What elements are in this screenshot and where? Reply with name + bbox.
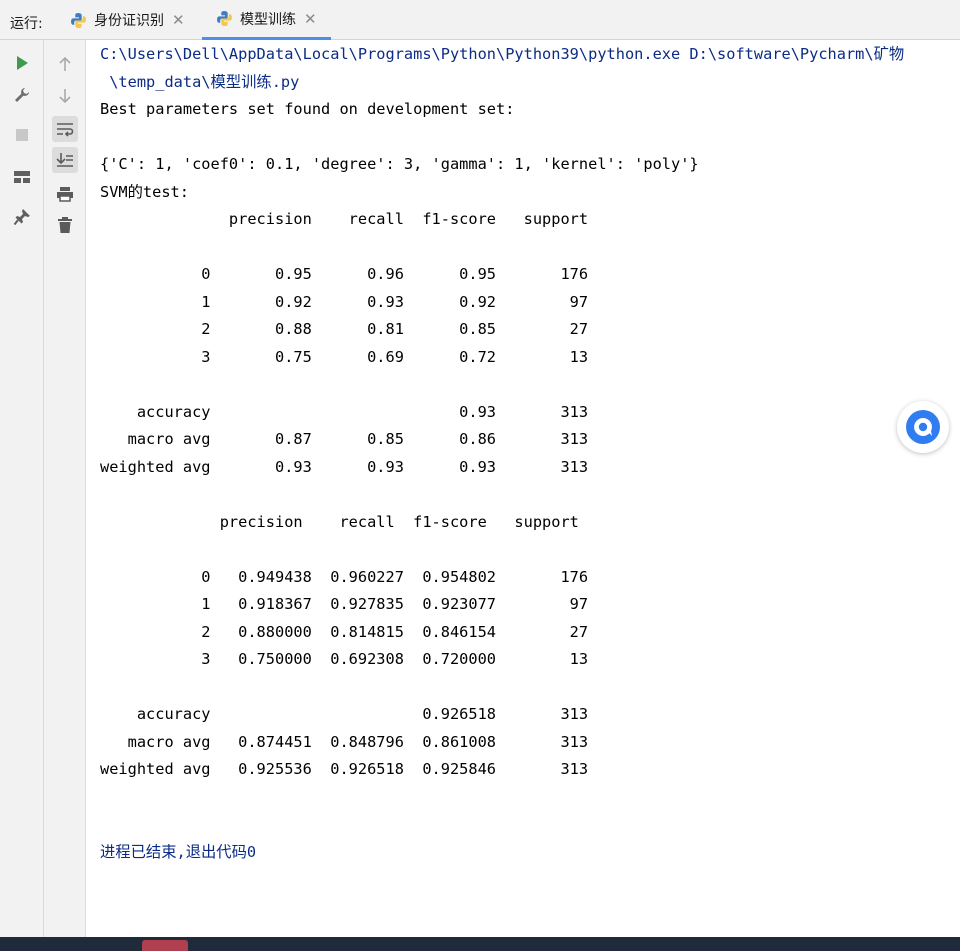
console-line: C:\Users\Dell\AppData\Local\Programs\Pyt… (100, 45, 905, 63)
layout-button[interactable] (9, 164, 35, 190)
console-line: 1 0.918367 0.927835 0.923077 97 (100, 595, 589, 613)
console-line: 0 0.949438 0.960227 0.954802 176 (100, 567, 589, 586)
print-icon (57, 187, 73, 202)
pin-tab-button[interactable] (9, 204, 35, 230)
console-line: \temp_data\模型训练.py (100, 72, 300, 91)
tab-label: 身份证识别 (94, 13, 164, 29)
run-tool-window-header: 运行: 身份证识别 ✕ 模型训练 ✕ (0, 0, 960, 40)
run-icon (17, 56, 28, 70)
previous-occurrence-button[interactable] (52, 51, 78, 77)
python-file-icon (71, 12, 86, 28)
scroll-to-end-button[interactable] (52, 147, 78, 173)
arrow-down-icon (59, 89, 71, 104)
layout-icon (14, 171, 30, 183)
console-line: 2 0.880000 0.814815 0.846154 27 (100, 622, 589, 641)
wrench-icon (15, 88, 29, 102)
console-line: macro avg 0.874451 0.848796 0.861008 313 (100, 732, 589, 751)
console-line: 3 0.75 0.69 0.72 13 (100, 347, 589, 366)
chat-bubble-icon (906, 410, 940, 444)
arrow-up-icon (59, 56, 71, 71)
rerun-button[interactable] (9, 50, 35, 76)
soft-wrap-icon (57, 123, 74, 137)
console-line: accuracy 0.93 313 (100, 402, 589, 421)
modify-run-config-button[interactable] (9, 82, 35, 108)
close-icon[interactable]: ✕ (304, 10, 317, 28)
console-line: weighted avg 0.925536 0.926518 0.925846 … (100, 760, 589, 778)
console-line: 进程已结束,退出代码0 (100, 842, 257, 861)
run-label: 运行: (10, 16, 43, 32)
console-line: {'C': 1, 'coef0': 0.1, 'degree': 3, 'gam… (100, 155, 699, 173)
trash-icon (58, 217, 72, 233)
console-line: accuracy 0.926518 313 (100, 705, 589, 723)
tab-model-training[interactable]: 模型训练 ✕ (202, 0, 331, 40)
python-file-icon (217, 11, 232, 26)
scroll-to-end-icon (56, 153, 73, 167)
console-line: 1 0.92 0.93 0.92 97 (100, 292, 589, 311)
stop-button[interactable] (9, 122, 35, 148)
console-line: precision recall f1-score support (100, 512, 579, 531)
console-line: 2 0.88 0.81 0.85 27 (100, 320, 589, 338)
next-occurrence-button[interactable] (52, 83, 78, 109)
console-output[interactable]: C:\Users\Dell\AppData\Local\Programs\Pyt… (86, 40, 960, 937)
console-line: 0 0.95 0.96 0.95 176 (100, 265, 589, 283)
clear-all-button[interactable] (52, 212, 78, 238)
console-line: macro avg 0.87 0.85 0.86 313 (100, 430, 589, 448)
print-button[interactable] (52, 181, 78, 207)
assistant-float-button[interactable] (897, 401, 949, 453)
console-line: weighted avg 0.93 0.93 0.93 313 (100, 457, 589, 476)
pin-icon (13, 209, 30, 226)
soft-wrap-button[interactable] (52, 116, 78, 142)
taskbar (0, 937, 960, 951)
tab-id-card-recognition[interactable]: 身份证识别 ✕ (70, 0, 185, 40)
console-line: 3 0.750000 0.692308 0.720000 13 (100, 650, 589, 668)
close-icon[interactable]: ✕ (172, 11, 185, 29)
console-line: SVM的test: (100, 182, 189, 201)
stop-icon (16, 129, 28, 141)
run-toolbar-secondary (44, 40, 86, 937)
run-toolbar-primary (0, 40, 44, 937)
taskbar-app-icon[interactable] (142, 940, 188, 951)
console-line: Best parameters set found on development… (100, 100, 515, 118)
tab-label: 模型训练 (240, 11, 296, 28)
console-line: precision recall f1-score support (100, 210, 589, 228)
